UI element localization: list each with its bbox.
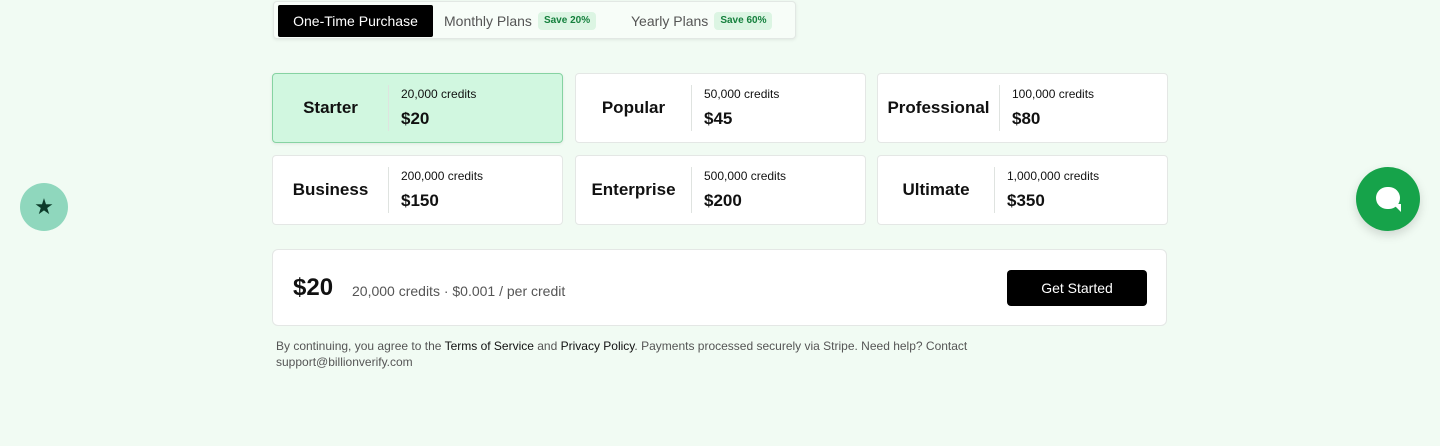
yearly-save-badge: Save 60% — [714, 12, 773, 31]
plan-credits: 200,000 credits — [401, 169, 484, 183]
purchase-type-tabs: One-Time Purchase Monthly Plans Save 20% … — [273, 1, 796, 39]
plan-card-business[interactable]: Business 200,000 credits $150 — [272, 155, 563, 225]
card-divider — [994, 167, 995, 213]
chat-bubble-shape — [1376, 187, 1401, 212]
tab-yearly-label: Yearly Plans — [631, 13, 709, 29]
star-icon[interactable]: ★ — [20, 183, 68, 231]
plan-name: Starter — [303, 98, 358, 117]
plan-name: Ultimate — [902, 180, 970, 199]
card-divider — [691, 85, 692, 131]
plan-name: Professional — [887, 98, 990, 117]
get-started-button[interactable]: Get Started — [1007, 270, 1147, 306]
plan-price: $200 — [704, 191, 742, 210]
privacy-policy-link[interactable]: Privacy Policy — [561, 339, 635, 353]
plan-name: Popular — [601, 98, 666, 117]
card-divider — [388, 85, 389, 131]
plan-name: Business — [292, 180, 369, 199]
plan-credits: 100,000 credits — [1012, 87, 1095, 101]
order-summary: $20 20,000 credits · $0.001 / per credit… — [272, 249, 1167, 326]
plan-card-enterprise[interactable]: Enterprise 500,000 credits $200 — [575, 155, 866, 225]
card-divider — [691, 167, 692, 213]
plan-card-professional[interactable]: Professional 100,000 credits $80 — [877, 73, 1168, 143]
plan-credits: 50,000 credits — [704, 87, 780, 101]
summary-credit-detail: 20,000 credits · $0.001 / per credit — [352, 283, 566, 299]
tab-monthly-label: Monthly Plans — [444, 13, 532, 29]
legal-notice: By continuing, you agree to the Terms of… — [276, 338, 1046, 370]
plan-name: Enterprise — [591, 180, 676, 199]
plan-price: $80 — [1012, 109, 1041, 128]
legal-prefix: By continuing, you agree to the — [276, 339, 445, 353]
chat-icon[interactable] — [1356, 167, 1420, 231]
card-divider — [388, 167, 389, 213]
plan-card-popular[interactable]: Popular 50,000 credits $45 — [575, 73, 866, 143]
terms-of-service-link[interactable]: Terms of Service — [445, 339, 534, 353]
plan-card-ultimate[interactable]: Ultimate 1,000,000 credits $350 — [877, 155, 1168, 225]
plan-credits: 1,000,000 credits — [1007, 169, 1100, 183]
summary-total-price: $20 — [293, 274, 334, 301]
plan-card-starter[interactable]: Starter 20,000 credits $20 — [272, 73, 563, 143]
tab-monthly-plans[interactable]: Monthly Plans Save 20% — [444, 5, 597, 37]
monthly-save-badge: Save 20% — [537, 12, 597, 31]
plan-price: $45 — [704, 109, 733, 128]
plan-credits: 20,000 credits — [401, 87, 477, 101]
plan-price: $150 — [401, 191, 439, 210]
tab-one-time-purchase[interactable]: One-Time Purchase — [278, 5, 433, 37]
card-divider — [999, 85, 1000, 131]
plan-price: $20 — [401, 109, 430, 128]
plan-credits: 500,000 credits — [704, 169, 787, 183]
legal-and: and — [533, 339, 561, 353]
plan-price: $350 — [1007, 191, 1045, 210]
tab-yearly-plans[interactable]: Yearly Plans Save 60% — [631, 5, 773, 37]
